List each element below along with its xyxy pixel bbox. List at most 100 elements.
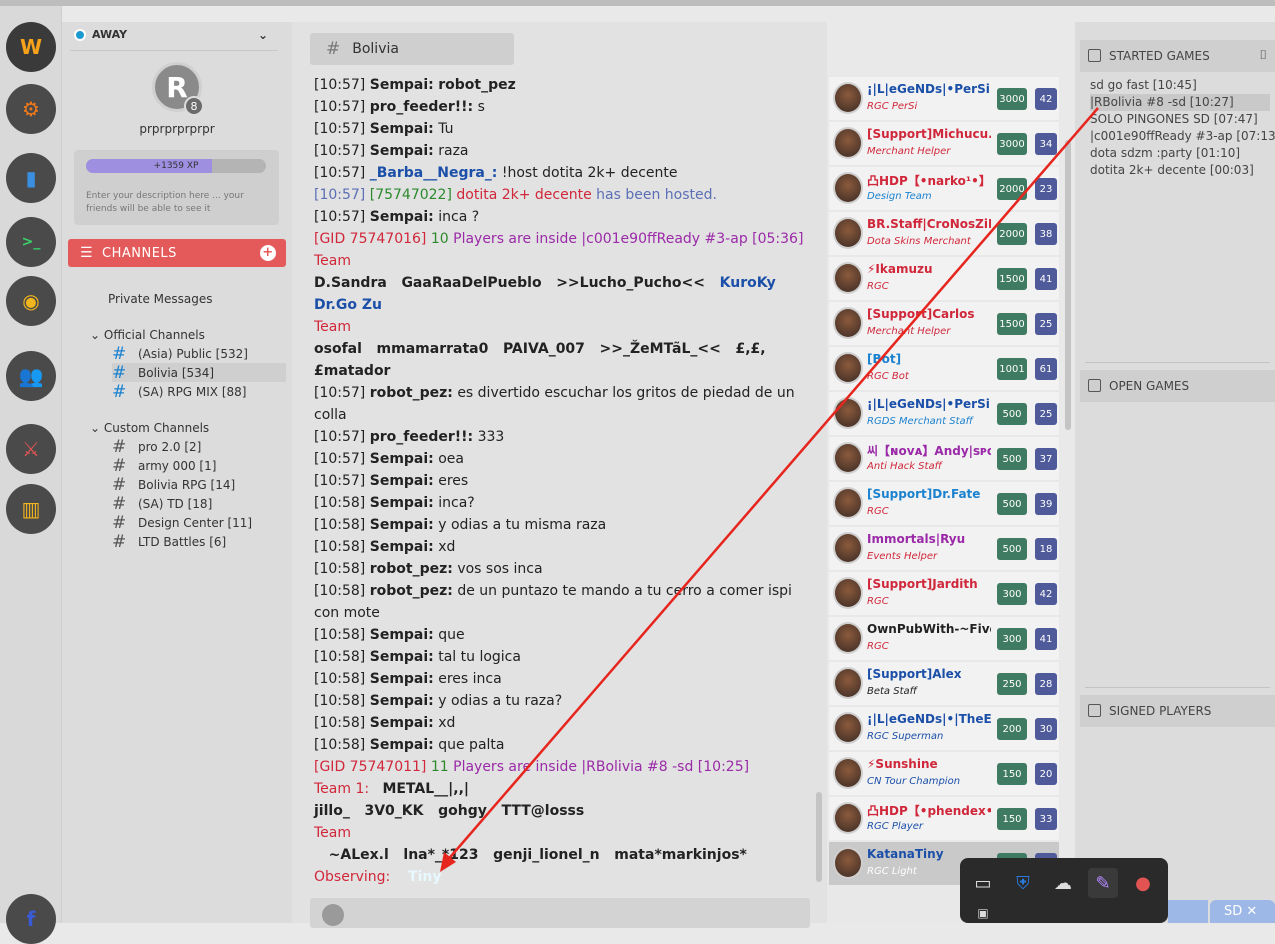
user-name: 씨【ɴᴏᴠᴀ】Andy|ѕᴘᴏ [867, 444, 991, 458]
user-role: RGC Bot [867, 371, 909, 382]
user-row[interactable]: [Support]Dr.Fate RGC 500 39 [829, 482, 1059, 525]
chat-message: [10:58] Sempai: eres inca [314, 671, 502, 687]
started-games-list[interactable]: sd go fast [10:45] |RBolivia #8 -sd [10:… [1090, 77, 1275, 179]
user-row[interactable]: [Bot] RGC Bot 1001 61 [829, 347, 1059, 390]
user-name: ¡|L|eGeNDs|•|TheE [867, 712, 991, 726]
user-row[interactable]: [Support]Alex Beta Staff 250 28 [829, 662, 1059, 705]
user-row[interactable]: ¡|L|eGeNDs|•|TheE RGC Superman 200 30 [829, 707, 1059, 750]
channel-item[interactable]: # army 000 [1] [112, 456, 286, 476]
user-row[interactable]: ⚡Sunshine CN Tour Champion 150 20 [829, 752, 1059, 795]
user-row[interactable]: [Support]Michucu. Merchant Helper 3000 34 [829, 122, 1059, 165]
level-badge: 8 [184, 96, 204, 116]
user-avatar [833, 442, 863, 474]
add-channel-button[interactable]: + [260, 245, 276, 261]
user-avatar [833, 847, 863, 879]
user-row[interactable]: BR.Staff|CroNosZiN Dota Skins Merchant 200… [829, 212, 1059, 255]
user-list-scrollbar[interactable] [1065, 140, 1071, 430]
settings-gear-icon[interactable]: ⚙ [6, 84, 56, 134]
user-row[interactable]: 씨【ɴᴏᴠᴀ】Andy|ѕᴘᴏ Anti Hack Staff 500 37 [829, 437, 1059, 480]
chat-message: [10:57] Sempai: Tu [314, 121, 454, 137]
started-games-header[interactable]: STARTED GAMES ⌷ [1080, 40, 1275, 72]
channel-item-selected[interactable]: # Bolivia [534] [112, 363, 286, 383]
game-item-selected[interactable]: |RBolivia #8 -sd [10:27] [1090, 94, 1270, 111]
channel-item[interactable]: # pro 2.0 [2] [112, 437, 286, 457]
ladder-bars-icon[interactable]: ▥ [6, 484, 56, 534]
user-row[interactable]: ¡|L|eGeNDs|•PerSi• RGC PerSi 3000 42 [829, 77, 1059, 120]
chevron-down-icon[interactable]: ⌄ [258, 28, 268, 42]
user-avatar [833, 82, 863, 114]
user-row[interactable]: Immortals|Ryu Events Helper 500 18 [829, 527, 1059, 570]
team-players: jillo_ 3V0_KK gohgy TTT@losss [314, 803, 585, 819]
user-avatar [833, 127, 863, 159]
private-messages-link[interactable]: Private Messages [108, 292, 213, 306]
facebook-icon[interactable]: f [6, 894, 56, 944]
warcraft-icon[interactable]: W [6, 22, 56, 72]
channel-item[interactable]: # Bolivia RPG [14] [112, 475, 286, 495]
onedrive-cloud-icon[interactable]: ☁ [1048, 868, 1078, 898]
chat-message: [10:57] robot_pez: es divertido escuchar… [314, 385, 795, 423]
user-row[interactable]: 凸HDP【•phendex•】 RGC Player 150 33 [829, 797, 1059, 840]
chat-scrollbar[interactable] [816, 792, 822, 882]
user-level-badge: 37 [1035, 448, 1057, 470]
status-dot-icon [74, 28, 86, 41]
channel-item[interactable]: # (SA) TD [18] [112, 494, 286, 514]
official-channels-group[interactable]: ⌄ Official Channels [90, 328, 205, 342]
game-item[interactable]: sd go fast [10:45] [1090, 77, 1270, 94]
user-avatar [833, 622, 863, 654]
user-role: Dota Skins Merchant [867, 236, 971, 247]
console-icon[interactable]: >_ [6, 217, 56, 267]
user-name: 凸HDP【•narko¹•】ی [867, 174, 991, 188]
user-row[interactable]: OwnPubWith-~FiveS RGC 300 41 [829, 617, 1059, 660]
user-role: RGC PerSi [867, 101, 918, 112]
user-row[interactable]: 凸HDP【•narko¹•】ی Design Team 2000 23 [829, 167, 1059, 210]
channel-item[interactable]: # LTD Battles [6] [112, 532, 286, 552]
channel-item[interactable]: # (SA) RPG MIX [88] [112, 382, 286, 402]
custom-channels-group[interactable]: ⌄ Custom Channels [90, 421, 209, 435]
user-list[interactable]: ¡|L|eGeNDs|•PerSi• RGC PerSi 3000 42 [Suppor… [827, 75, 1060, 923]
open-games-header[interactable]: OPEN GAMES [1080, 370, 1275, 402]
teams-icon[interactable]: ▣ [968, 904, 998, 922]
expand-icon[interactable]: ⌷ [1259, 48, 1267, 63]
coins-icon[interactable]: ◉ [6, 276, 56, 326]
channels-header-label: CHANNELS [102, 245, 177, 261]
user-name: ¡|L|eGeNDs|•PerSi• [867, 82, 991, 96]
app-tray-icon[interactable]: ● [1128, 868, 1158, 898]
user-name: [Support]Alex [867, 667, 962, 681]
divider [1085, 687, 1270, 688]
profile-description-input[interactable]: Enter your description here ... your fri… [86, 190, 271, 216]
stats-icon[interactable]: ▮ [6, 153, 56, 203]
user-name: ¡|L|eGeNDs|•PerSi• [867, 397, 991, 411]
checkbox-icon [1088, 49, 1101, 62]
user-role: Merchant Helper [867, 326, 951, 337]
folder-icon[interactable]: ▭ [968, 868, 998, 898]
team-label: Team [314, 253, 352, 269]
team-players: ~ALex.l lna*_*123 genji_lionel_n mata*ma… [328, 847, 747, 863]
security-shield-icon[interactable]: ⛨ [1008, 868, 1038, 898]
app-rail: W ⚙ ▮ >_ ◉ 👥 ⚔ ▥ f [0, 6, 62, 944]
game-item[interactable]: |c001e90ffReady #3-ap [07:13] [1090, 128, 1275, 145]
game-info-message: [GID 75747016] 10 Players are inside |c0… [314, 231, 804, 247]
channel-item[interactable]: # (Asia) Public [532] [112, 344, 286, 364]
user-row[interactable]: ¡|L|eGeNDs|•PerSi• RGDS Merchant Staff 500… [829, 392, 1059, 435]
message-input[interactable] [310, 898, 810, 928]
game-item[interactable]: dota sdzm :party [01:10] [1090, 145, 1270, 162]
user-row[interactable]: [Support]Jardith RGC 300 42 [829, 572, 1059, 615]
status-selector[interactable]: AWAY ⌄ [74, 28, 268, 42]
signed-players-header[interactable]: SIGNED PLAYERS [1080, 695, 1275, 727]
system-message: [10:57] [75747022] dotita 2k+ decente ha… [314, 187, 717, 203]
channel-item[interactable]: # Design Center [11] [112, 513, 286, 533]
bottom-button[interactable] [1168, 900, 1208, 923]
user-rank-badge: 3000 [997, 133, 1027, 155]
user-row[interactable]: [Support]Carlos Merchant Helper 1500 25 [829, 302, 1059, 345]
message-list[interactable]: [10:57] Sempai: robot_pez [10:57] pro_fe… [314, 74, 809, 888]
friends-icon[interactable]: 👥 [6, 351, 56, 401]
feather-icon[interactable]: ✎ [1088, 868, 1118, 898]
game-item[interactable]: SOLO PINGONES SD [07:47] [1090, 111, 1270, 128]
user-row[interactable]: ⚡Ikamuzu RGC 1500 41 [829, 257, 1059, 300]
game-item[interactable]: dotita 2k+ decente [00:03] [1090, 162, 1270, 179]
sd-button[interactable]: SD ✕ [1210, 900, 1275, 923]
channels-header: ☰ CHANNELS + [68, 239, 286, 267]
team-label: Team [314, 825, 352, 841]
battle-swords-icon[interactable]: ⚔ [6, 424, 56, 474]
channel-title: Bolivia [352, 41, 399, 57]
